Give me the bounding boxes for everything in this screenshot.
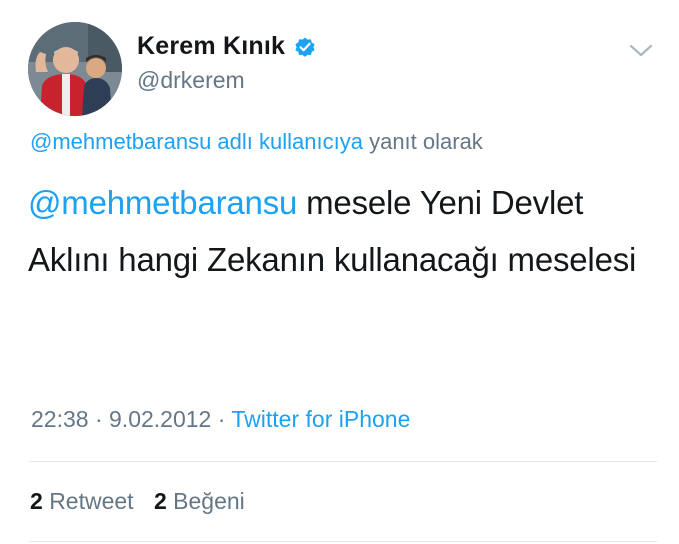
display-name[interactable]: Kerem Kınık xyxy=(137,32,285,61)
tweet-mention-link[interactable]: @mehmetbaransu xyxy=(28,184,297,221)
user-display-name-row[interactable]: Kerem Kınık xyxy=(137,32,317,61)
tweet-source-link[interactable]: Twitter for iPhone xyxy=(231,406,410,432)
user-handle[interactable]: @drkerem xyxy=(137,67,245,94)
reply-context-suffix: yanıt olarak xyxy=(369,129,483,154)
chevron-down-icon[interactable] xyxy=(628,42,654,60)
reply-mention-link[interactable]: @mehmetbaransu adlı kullanıcıya xyxy=(30,129,363,154)
tweet-text: @mehmetbaransu mesele Yeni Devlet Aklını… xyxy=(28,174,668,288)
divider xyxy=(29,461,657,462)
retweets-count: 2 xyxy=(30,488,43,514)
retweets-label: Retweet xyxy=(49,488,134,514)
likes-label: Beğeni xyxy=(173,488,245,514)
likes-count: 2 xyxy=(153,488,167,514)
tweet-date[interactable]: 9.02.2012 xyxy=(109,406,211,432)
retweets-stat[interactable]: 2 Retweet xyxy=(30,488,140,514)
reply-context: @mehmetbaransu adlı kullanıcıya yanıt ol… xyxy=(30,129,483,155)
tweet-card: Kerem Kınık @drkerem @mehmetbaransu adlı… xyxy=(0,0,679,544)
avatar-photo xyxy=(28,22,122,116)
meta-separator: · xyxy=(94,406,103,432)
tweet-stats: 2 Retweet 2 Beğeni xyxy=(30,488,259,515)
verified-badge-icon xyxy=(295,37,315,57)
divider xyxy=(29,541,657,542)
meta-separator: · xyxy=(217,406,226,432)
tweet-meta: 22:38 · 9.02.2012 · Twitter for iPhone xyxy=(31,406,410,433)
likes-stat[interactable]: 2 Beğeni xyxy=(154,488,245,514)
avatar[interactable] xyxy=(28,22,122,116)
tweet-time[interactable]: 22:38 xyxy=(31,406,89,432)
